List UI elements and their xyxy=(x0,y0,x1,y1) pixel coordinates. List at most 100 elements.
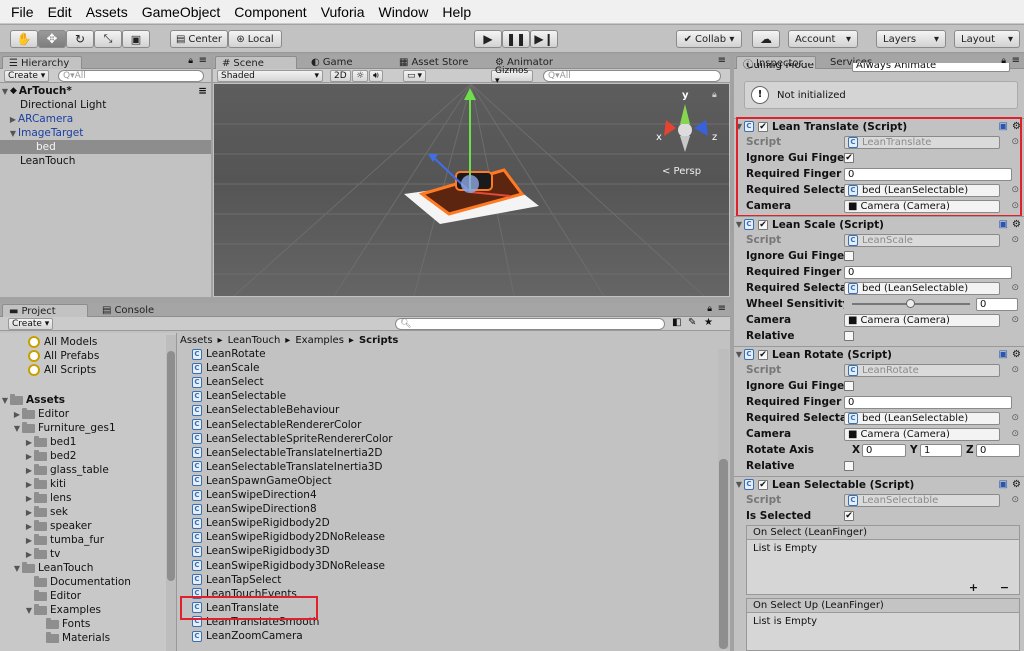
tree-item[interactable]: Fonts xyxy=(0,617,176,631)
move-tool-button[interactable]: ✥ xyxy=(38,30,66,48)
effects-dropdown[interactable]: ▭ ▾ xyxy=(403,70,427,82)
hierarchy-item[interactable]: bed xyxy=(0,140,211,154)
tree-scrollbar[interactable] xyxy=(166,335,176,651)
tab-scene[interactable]: # Scene xyxy=(215,56,297,69)
chevron-right-icon[interactable]: ▶ xyxy=(24,452,34,461)
lean-rotate-header[interactable]: ▼ C ✔ Lean Rotate (Script) ▣ ⚙ xyxy=(734,346,1024,362)
script-list-item[interactable]: C LeanSwipeDirection8 xyxy=(192,502,317,516)
breadcrumb-leantouch[interactable]: LeanTouch xyxy=(228,335,281,346)
gizmo-neg-y-cone[interactable] xyxy=(680,136,690,152)
tab-console[interactable]: ▤ Console xyxy=(96,304,160,317)
lock-icon[interactable]: 🔒︎ xyxy=(712,90,717,100)
object-picker-icon[interactable]: ⊙ xyxy=(1011,365,1019,375)
menu-edit[interactable]: Edit xyxy=(41,4,79,20)
script-field[interactable]: C LeanScale xyxy=(844,233,1000,247)
hierarchy-search-input[interactable]: Q▾All xyxy=(58,70,204,82)
scene-viewport[interactable]: x y z < Persp 🔒︎ xyxy=(214,84,729,296)
tab-hierarchy[interactable]: ☰ Hierarchy xyxy=(2,56,82,69)
chevron-down-icon[interactable]: ▼ xyxy=(8,129,18,138)
tree-item[interactable]: ▼ LeanTouch xyxy=(0,561,176,575)
pivot-center-button[interactable]: ▤ Center xyxy=(170,30,228,48)
axis-x-input[interactable]: 0 xyxy=(862,443,906,457)
axis-y-input[interactable]: 1 xyxy=(920,443,962,457)
ignore-gui-checkbox[interactable] xyxy=(844,381,854,391)
step-button[interactable]: ▶❙ xyxy=(530,30,558,48)
tree-item[interactable]: Editor xyxy=(0,589,176,603)
menu-file[interactable]: File xyxy=(4,4,41,20)
chevron-right-icon[interactable]: ▶ xyxy=(24,494,34,503)
chevron-right-icon[interactable]: ▶ xyxy=(24,536,34,545)
tree-item[interactable]: ▶ glass_table xyxy=(0,463,176,477)
menu-vuforia[interactable]: Vuforia xyxy=(314,4,372,20)
hierarchy-item[interactable]: Directional Light xyxy=(0,98,211,112)
favorite-item[interactable]: All Scripts xyxy=(0,363,176,377)
favorite-item[interactable]: All Prefabs xyxy=(0,349,176,363)
script-list-item[interactable]: C LeanRotate xyxy=(192,347,266,361)
relative-checkbox[interactable] xyxy=(844,461,854,471)
object-picker-icon[interactable]: ⊙ xyxy=(1011,315,1019,325)
chevron-down-icon[interactable]: ▼ xyxy=(12,564,22,573)
script-list-item[interactable]: C LeanSelectable xyxy=(192,389,286,403)
project-search-input[interactable]: 🔍︎ xyxy=(395,318,665,330)
chevron-down-icon[interactable]: ▼ xyxy=(0,396,10,405)
scene-menu-icon[interactable]: ≡ xyxy=(198,85,207,97)
tab-asset-store[interactable]: ▦ Asset Store xyxy=(393,56,474,69)
lighting-toggle[interactable]: ☼ xyxy=(352,70,369,82)
tab-project[interactable]: ▬ Project xyxy=(2,304,88,317)
camera-field[interactable]: ■ Camera (Camera) xyxy=(844,427,1000,441)
rotate-tool-button[interactable]: ↻ xyxy=(66,30,94,48)
account-dropdown[interactable]: Account ▾ xyxy=(788,30,858,48)
object-picker-icon[interactable]: ⊙ xyxy=(1011,235,1019,245)
panel-menu-icon[interactable]: ≡ xyxy=(199,55,207,66)
layout-dropdown[interactable]: Layout ▾ xyxy=(954,30,1020,48)
persp-label[interactable]: < Persp xyxy=(662,166,701,177)
script-list-item[interactable]: C LeanZoomCamera xyxy=(192,629,303,643)
chevron-right-icon[interactable]: ▶ xyxy=(24,466,34,475)
object-picker-icon[interactable]: ⊙ xyxy=(1011,429,1019,439)
chevron-down-icon[interactable]: ▼ xyxy=(734,350,744,359)
breadcrumb-scripts[interactable]: Scripts xyxy=(359,335,398,346)
lock-icon[interactable]: 🔒︎ xyxy=(707,304,712,314)
pause-button[interactable]: ❚❚ xyxy=(502,30,530,48)
required-finger-input[interactable]: 0 xyxy=(844,265,1012,279)
project-create-button[interactable]: Create ▾ xyxy=(8,318,54,330)
lean-scale-header[interactable]: ▼ C ✔ Lean Scale (Script) ▣ ⚙ xyxy=(734,216,1024,232)
tree-item[interactable]: ▼ Furniture_ges1 xyxy=(0,421,176,435)
required-selectable-field[interactable]: Cbed (LeanSelectable) xyxy=(844,281,1000,295)
tree-item[interactable]: ▶ bed1 xyxy=(0,435,176,449)
hierarchy-item[interactable]: ▼ ImageTarget xyxy=(0,126,211,140)
menu-gameobject[interactable]: GameObject xyxy=(135,4,228,20)
shading-mode-dropdown[interactable]: Shaded ▾ xyxy=(217,70,323,82)
script-list-item[interactable]: C LeanSelectableTranslateInertia2D xyxy=(192,446,383,460)
tree-item[interactable]: Documentation xyxy=(0,575,176,589)
rect-tool-button[interactable]: ▣ xyxy=(122,30,150,48)
script-list-item[interactable]: C LeanSpawnGameObject xyxy=(192,474,332,488)
script-list-item[interactable]: C LeanTapSelect xyxy=(192,573,281,587)
tree-item[interactable]: ▶ Editor xyxy=(0,407,176,421)
gizmo-z-cone[interactable] xyxy=(694,120,708,136)
script-list-item[interactable]: C LeanSwipeRigidbody2DNoRelease xyxy=(192,530,385,544)
tree-item[interactable]: ▶ bed2 xyxy=(0,449,176,463)
chevron-down-icon[interactable]: ▼ xyxy=(0,87,10,96)
script-list-item[interactable]: C LeanSwipeRigidbody3DNoRelease xyxy=(192,559,385,573)
chevron-down-icon[interactable]: ▼ xyxy=(12,424,22,433)
chevron-right-icon[interactable]: ▶ xyxy=(24,522,34,531)
scripts-scrollbar[interactable] xyxy=(718,349,729,649)
scene-search-input[interactable]: Q▾All xyxy=(543,70,721,82)
script-list-item[interactable]: C LeanSelectableRendererColor xyxy=(192,418,361,432)
wheel-sensitivity-thumb[interactable] xyxy=(906,299,915,308)
gizmo-x-cone[interactable] xyxy=(664,120,676,136)
tree-item[interactable]: ▶ lens xyxy=(0,491,176,505)
script-list-item[interactable]: C LeanSwipeRigidbody2D xyxy=(192,516,330,530)
reference-icon[interactable]: ▣ xyxy=(999,479,1008,490)
chevron-right-icon[interactable]: ▶ xyxy=(24,480,34,489)
gear-icon[interactable]: ⚙ xyxy=(1012,219,1021,230)
ignore-gui-checkbox[interactable] xyxy=(844,251,854,261)
required-finger-input[interactable]: 0 xyxy=(844,395,1012,409)
relative-checkbox[interactable] xyxy=(844,331,854,341)
remove-listener-button[interactable]: − xyxy=(1000,581,1009,594)
chevron-right-icon[interactable]: ▶ xyxy=(24,550,34,559)
chevron-down-icon[interactable]: ▼ xyxy=(734,480,744,489)
scripts-scrollbar-thumb[interactable] xyxy=(719,459,728,649)
lean-rotate-enabled[interactable]: ✔ xyxy=(758,349,768,360)
